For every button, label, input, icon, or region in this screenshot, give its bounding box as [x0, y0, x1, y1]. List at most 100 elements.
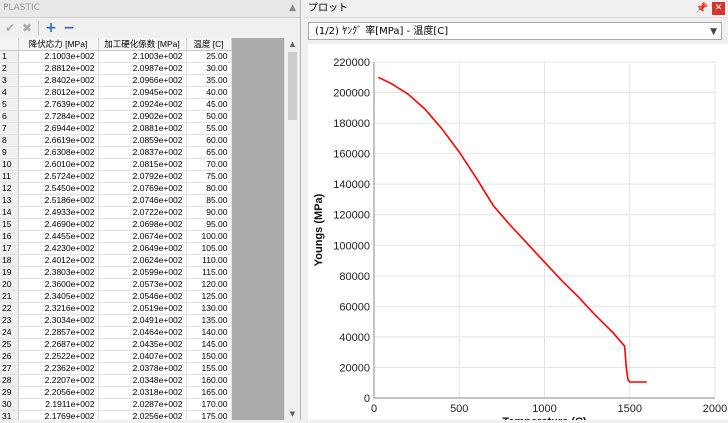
- yield-stress-cell[interactable]: 2.3600e+002: [18, 278, 99, 291]
- hardening-cell[interactable]: 2.0519e+002: [98, 302, 187, 315]
- hardening-cell[interactable]: 2.0924e+002: [98, 98, 187, 111]
- table-row[interactable]: 6 2.7284e+002 2.0902e+002 50.00: [0, 110, 284, 123]
- yield-stress-cell[interactable]: 2.2857e+002: [18, 326, 99, 339]
- temperature-cell[interactable]: 85.00: [186, 194, 232, 207]
- table-row[interactable]: 26 2.2522e+002 2.0407e+002 150.00: [0, 350, 284, 363]
- temperature-cell[interactable]: 165.00: [186, 386, 232, 399]
- temperature-cell[interactable]: 80.00: [186, 182, 232, 195]
- hardening-cell[interactable]: 2.0815e+002: [98, 158, 187, 171]
- hardening-cell[interactable]: 2.0837e+002: [98, 146, 187, 159]
- check-icon[interactable]: ✔: [3, 21, 17, 35]
- table-row[interactable]: 19 2.3803e+002 2.0599e+002 115.00: [0, 266, 284, 279]
- yield-stress-cell[interactable]: 2.2687e+002: [18, 338, 99, 351]
- yield-stress-cell[interactable]: 2.8402e+002: [18, 74, 99, 87]
- scroll-down-icon[interactable]: ▼: [285, 408, 300, 420]
- temperature-cell[interactable]: 75.00: [186, 170, 232, 183]
- table-row[interactable]: 14 2.4933e+002 2.0722e+002 90.00: [0, 206, 284, 219]
- temperature-cell[interactable]: 35.00: [186, 74, 232, 87]
- temperature-cell[interactable]: 175.00: [186, 410, 232, 420]
- temperature-cell[interactable]: 110.00: [186, 254, 232, 267]
- hardening-cell[interactable]: 2.0859e+002: [98, 134, 187, 147]
- yield-stress-cell[interactable]: 2.3034e+002: [18, 314, 99, 327]
- table-row[interactable]: 24 2.2857e+002 2.0464e+002 140.00: [0, 326, 284, 339]
- table-row[interactable]: 18 2.4012e+002 2.0624e+002 110.00: [0, 254, 284, 267]
- yield-stress-cell[interactable]: 2.1003e+002: [18, 50, 99, 63]
- temperature-cell[interactable]: 70.00: [186, 158, 232, 171]
- hardening-cell[interactable]: 2.0464e+002: [98, 326, 187, 339]
- temperature-cell[interactable]: 90.00: [186, 206, 232, 219]
- table-row[interactable]: 7 2.6944e+002 2.0881e+002 55.00: [0, 122, 284, 135]
- hardening-cell[interactable]: 2.0902e+002: [98, 110, 187, 123]
- hardening-cell[interactable]: 2.0674e+002: [98, 230, 187, 243]
- table-row[interactable]: 10 2.6010e+002 2.0815e+002 70.00: [0, 158, 284, 171]
- hardening-cell[interactable]: 2.0649e+002: [98, 242, 187, 255]
- table-row[interactable]: 28 2.2207e+002 2.0348e+002 160.00: [0, 374, 284, 387]
- hardening-cell[interactable]: 2.0287e+002: [98, 398, 187, 411]
- yield-stress-cell[interactable]: 2.3803e+002: [18, 266, 99, 279]
- hardening-cell[interactable]: 2.0573e+002: [98, 278, 187, 291]
- temperature-cell[interactable]: 150.00: [186, 350, 232, 363]
- table-row[interactable]: 13 2.5186e+002 2.0746e+002 85.00: [0, 194, 284, 207]
- table-row[interactable]: 15 2.4690e+002 2.0698e+002 95.00: [0, 218, 284, 231]
- table-row[interactable]: 20 2.3600e+002 2.0573e+002 120.00: [0, 278, 284, 291]
- temperature-cell[interactable]: 100.00: [186, 230, 232, 243]
- temperature-cell[interactable]: 60.00: [186, 134, 232, 147]
- table-row[interactable]: 11 2.5724e+002 2.0792e+002 75.00: [0, 170, 284, 183]
- temperature-cell[interactable]: 160.00: [186, 374, 232, 387]
- yield-stress-cell[interactable]: 2.2522e+002: [18, 350, 99, 363]
- temperature-cell[interactable]: 135.00: [186, 314, 232, 327]
- table-row[interactable]: 29 2.2056e+002 2.0318e+002 165.00: [0, 386, 284, 399]
- table-row[interactable]: 12 2.5450e+002 2.0769e+002 80.00: [0, 182, 284, 195]
- table-row[interactable]: 5 2.7639e+002 2.0924e+002 45.00: [0, 98, 284, 111]
- table-row[interactable]: 1 2.1003e+002 2.1003e+002 25.00: [0, 50, 284, 63]
- yield-stress-cell[interactable]: 2.6944e+002: [18, 122, 99, 135]
- hardening-cell[interactable]: 2.0945e+002: [98, 86, 187, 99]
- temperature-cell[interactable]: 120.00: [186, 278, 232, 291]
- minus-icon[interactable]: −: [62, 21, 76, 35]
- yield-stress-cell[interactable]: 2.4455e+002: [18, 230, 99, 243]
- yield-stress-cell[interactable]: 2.6010e+002: [18, 158, 99, 171]
- temperature-cell[interactable]: 125.00: [186, 290, 232, 303]
- temperature-cell[interactable]: 140.00: [186, 326, 232, 339]
- hardening-cell[interactable]: 2.0966e+002: [98, 74, 187, 87]
- hardening-cell[interactable]: 2.0491e+002: [98, 314, 187, 327]
- temperature-cell[interactable]: 25.00: [186, 50, 232, 63]
- hardening-cell[interactable]: 2.0769e+002: [98, 182, 187, 195]
- yield-stress-cell[interactable]: 2.4012e+002: [18, 254, 99, 267]
- column-header[interactable]: 降伏応力 [MPa]: [18, 38, 99, 51]
- table-row[interactable]: 9 2.6308e+002 2.0837e+002 65.00: [0, 146, 284, 159]
- pin-icon[interactable]: 📌: [696, 0, 708, 17]
- temperature-cell[interactable]: 65.00: [186, 146, 232, 159]
- table-row[interactable]: 25 2.2687e+002 2.0435e+002 145.00: [0, 338, 284, 351]
- column-header[interactable]: 温度 [C]: [186, 38, 232, 51]
- hardening-cell[interactable]: 2.0318e+002: [98, 386, 187, 399]
- temperature-cell[interactable]: 155.00: [186, 362, 232, 375]
- hardening-cell[interactable]: 2.0746e+002: [98, 194, 187, 207]
- temperature-cell[interactable]: 170.00: [186, 398, 232, 411]
- yield-stress-cell[interactable]: 2.7639e+002: [18, 98, 99, 111]
- hardening-cell[interactable]: 2.0435e+002: [98, 338, 187, 351]
- table-row[interactable]: 2 2.8812e+002 2.0987e+002 30.00: [0, 62, 284, 75]
- hardening-cell[interactable]: 2.0256e+002: [98, 410, 187, 420]
- hardening-cell[interactable]: 2.0987e+002: [98, 62, 187, 75]
- plus-icon[interactable]: +: [44, 21, 58, 35]
- temperature-cell[interactable]: 30.00: [186, 62, 232, 75]
- yield-stress-cell[interactable]: 2.1911e+002: [18, 398, 99, 411]
- close-icon[interactable]: ✕: [712, 2, 725, 15]
- scrollbar-thumb[interactable]: [288, 52, 297, 120]
- chevron-down-icon[interactable]: ▼: [710, 23, 717, 41]
- hardening-cell[interactable]: 2.0348e+002: [98, 374, 187, 387]
- yield-stress-cell[interactable]: 2.8812e+002: [18, 62, 99, 75]
- yield-stress-cell[interactable]: 2.6308e+002: [18, 146, 99, 159]
- yield-stress-cell[interactable]: 2.5450e+002: [18, 182, 99, 195]
- hardening-cell[interactable]: 2.0546e+002: [98, 290, 187, 303]
- yield-stress-cell[interactable]: 2.4690e+002: [18, 218, 99, 231]
- yield-stress-cell[interactable]: 2.2362e+002: [18, 362, 99, 375]
- yield-stress-cell[interactable]: 2.4230e+002: [18, 242, 99, 255]
- yield-stress-cell[interactable]: 2.5724e+002: [18, 170, 99, 183]
- temperature-cell[interactable]: 45.00: [186, 98, 232, 111]
- hardening-cell[interactable]: 2.0722e+002: [98, 206, 187, 219]
- column-header[interactable]: 加工硬化係数 [MPa]: [98, 38, 187, 51]
- temperature-cell[interactable]: 130.00: [186, 302, 232, 315]
- yield-stress-cell[interactable]: 2.4933e+002: [18, 206, 99, 219]
